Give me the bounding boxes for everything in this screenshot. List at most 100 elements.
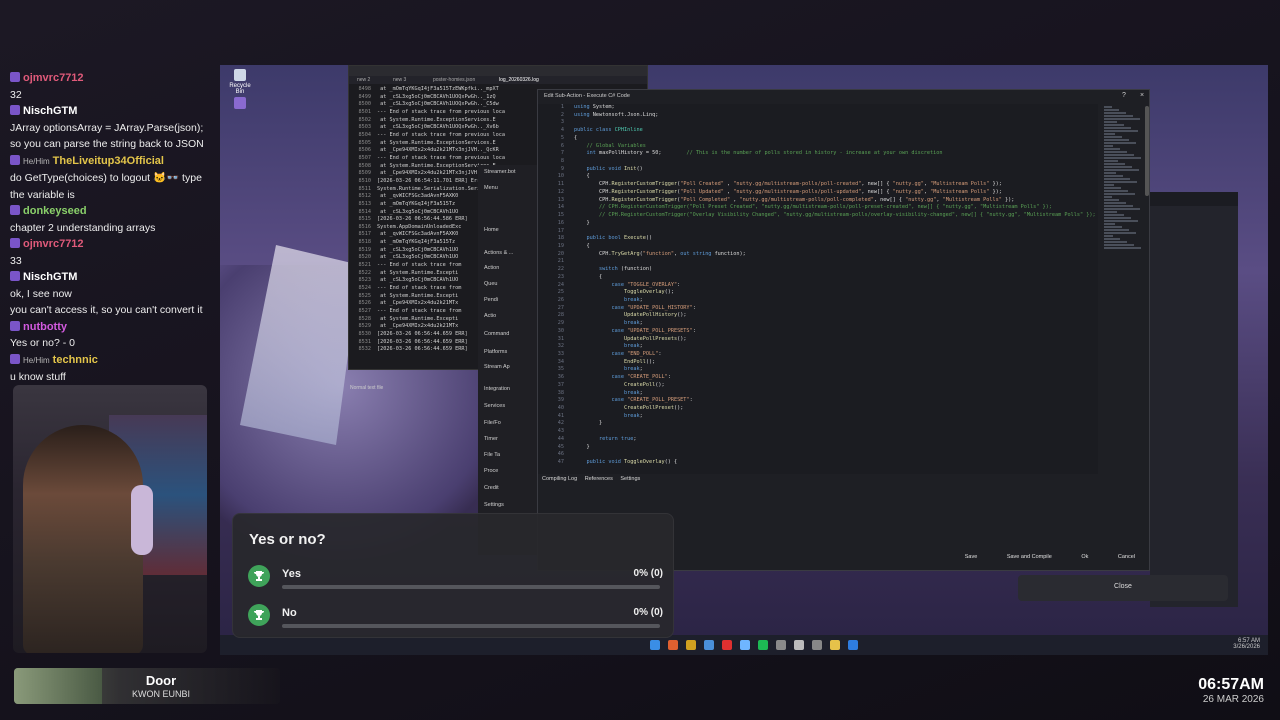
sidebar-item-queu[interactable]: Queu [484, 281, 497, 287]
code-token: , new[] { [873, 196, 906, 203]
log-text: --- End of stack trace from previous loc… [377, 131, 506, 138]
code-token: "Poll Completed" [680, 196, 731, 203]
close-button[interactable]: Close [1018, 575, 1228, 601]
code-minimap[interactable] [1104, 106, 1144, 286]
tab-compiling-log[interactable]: Compiling Log [542, 476, 577, 482]
editor-tabs[interactable]: new 2 new 3 poster-homies.json log_20260… [349, 76, 647, 84]
log-text: --- End of stack trace from previous loc… [377, 108, 506, 115]
chat-username[interactable]: donkeyseed [23, 205, 87, 217]
sidebar-item-stream-ap[interactable]: Stream Ap [484, 364, 510, 370]
platform-badge-icon [10, 238, 20, 248]
chat-username[interactable]: ojmvrc7712 [23, 72, 84, 84]
sidebar-item-settings[interactable]: Settings [484, 502, 504, 508]
code-token: case [574, 351, 628, 357]
taskbar-app-icon[interactable] [758, 640, 768, 650]
taskbar-app-icon[interactable] [776, 640, 786, 650]
chat-text: do GetType(choices) to logout 🐱‍👓 type [10, 172, 202, 184]
taskbar-app-icon[interactable] [668, 640, 678, 650]
minimap-line [1104, 130, 1138, 132]
sidebar-item-timer[interactable]: Timer [484, 436, 498, 442]
minimap-line [1104, 124, 1124, 126]
menu-button[interactable]: Menu [484, 185, 498, 191]
line-number: 44 [557, 435, 564, 442]
system-tray[interactable]: 6:57 AM 3/26/2026 [1233, 638, 1260, 650]
log-text: [2026-03-26 06:56:44.659 ERR] [377, 338, 468, 345]
help-icon[interactable]: ? [1122, 92, 1126, 99]
dialog-tabs[interactable]: Compiling Log References Settings [542, 476, 646, 482]
trophy-icon [248, 565, 270, 587]
streamerbot-title[interactable]: Streamer.bot [484, 169, 516, 175]
taskbar-app-icon[interactable] [848, 640, 858, 650]
taskbar-app-icon[interactable] [830, 640, 840, 650]
sidebar-item-actions-[interactable]: Actions & ... [484, 250, 513, 256]
clock-time: 06:57AM [1198, 676, 1264, 693]
taskbar-app-icon[interactable] [722, 640, 732, 650]
taskbar-app-icon[interactable] [650, 640, 660, 650]
tab-settings[interactable]: Settings [620, 476, 640, 482]
code-line: 11 CPH.RegisterCustomTrigger("Poll Creat… [538, 181, 1098, 189]
close-icon[interactable]: × [1140, 92, 1144, 99]
chat-message: He/Him technnic [10, 352, 220, 370]
chat-username[interactable]: NischGTM [23, 271, 77, 283]
code-line: 6 // Global Variables [538, 143, 1098, 151]
taskbar-app-icon[interactable] [812, 640, 822, 650]
chat-username[interactable]: NischGTM [23, 105, 77, 117]
chat-username[interactable]: nutbotty [23, 321, 67, 333]
minimap-line [1104, 121, 1117, 123]
code-line: 22 switch (function) [538, 266, 1098, 274]
log-text: at System.Runtime.Excepti [377, 315, 459, 322]
sidebar-item-credit[interactable]: Credit [484, 485, 499, 491]
streamerbot-window[interactable]: Streamer.bot Menu Home Actions & ... Action Q… [478, 165, 538, 555]
save-button[interactable]: Save [965, 554, 978, 560]
execute-csharp-dialog[interactable]: Edit Sub-Action - Execute C# Code ? × 1 u… [537, 89, 1150, 571]
chat-username[interactable]: technnic [53, 354, 98, 366]
code-token: ; [639, 412, 643, 419]
sidebar-item-services[interactable]: Services [484, 403, 505, 409]
line-number: 16 [557, 219, 564, 226]
code-line: 10 { [538, 173, 1098, 181]
code-token: "Poll Created" [680, 181, 724, 188]
minimap-line [1104, 229, 1129, 231]
sidebar-item-file-ta[interactable]: File Ta [484, 452, 500, 458]
code-token: , [730, 196, 740, 203]
chat-username[interactable]: ojmvrc7712 [23, 238, 84, 250]
chat-username[interactable]: TheLiveitup34Official [53, 155, 164, 167]
code-line: 26 break; [538, 297, 1098, 305]
sidebar-item-home[interactable]: Home [484, 227, 499, 233]
log-text: [2026-03-26 06:56:44.586 ERR] [377, 216, 468, 223]
taskbar-app-icon[interactable] [686, 640, 696, 650]
cancel-button[interactable]: Cancel [1118, 554, 1135, 560]
tab-new-3[interactable]: new 3 [393, 77, 406, 83]
sidebar-item-file-fo[interactable]: File/Fo [484, 420, 501, 426]
code-line: 29 break; [538, 320, 1098, 328]
sidebar-item-actio[interactable]: Actio [484, 313, 496, 319]
taskbar-app-icon[interactable] [704, 640, 714, 650]
editor-toolbar[interactable] [349, 66, 647, 76]
save-and-compile-button[interactable]: Save and Compile [1007, 554, 1052, 560]
code-editor[interactable]: 1 using System; 2 using Newtonsoft.Json.Lin… [538, 104, 1098, 474]
tab-poster-homies[interactable]: poster-homies.json [433, 77, 475, 83]
recycle-bin-icon[interactable]: Recycle Bin [226, 69, 254, 95]
line-number: 20 [557, 250, 564, 257]
chat-text: JArray optionsArray = JArray.Parse(json)… [10, 121, 204, 134]
code-scrollbar[interactable] [1145, 106, 1149, 196]
code-token: (); [655, 381, 665, 388]
sidebar-item-platforms[interactable]: Platforms [484, 349, 507, 355]
sidebar-item-action[interactable]: Action [484, 265, 499, 271]
chat-message: ojmvrc7712 [10, 236, 220, 253]
tab-references[interactable]: References [585, 476, 613, 482]
sidebar-item-pendi[interactable]: Pendi [484, 297, 498, 303]
taskbar-app-icon[interactable] [794, 640, 804, 650]
tab-new-2[interactable]: new 2 [357, 77, 370, 83]
sidebar-item-command[interactable]: Command [484, 331, 509, 337]
dialog-buttons: Save Save and Compile Ok Cancel [937, 554, 1135, 560]
minimap-line [1104, 208, 1140, 210]
code-token: : [667, 374, 671, 381]
code-token: "function" [642, 250, 674, 257]
sidebar-item-proce[interactable]: Proce [484, 468, 498, 474]
taskbar-app-icon[interactable] [740, 640, 750, 650]
desktop-shortcut-icon[interactable] [226, 97, 254, 111]
ok-button[interactable]: Ok [1081, 554, 1088, 560]
tab-log-file[interactable]: log_20260326.log [499, 77, 539, 83]
sidebar-item-integration[interactable]: Integration [484, 386, 510, 392]
